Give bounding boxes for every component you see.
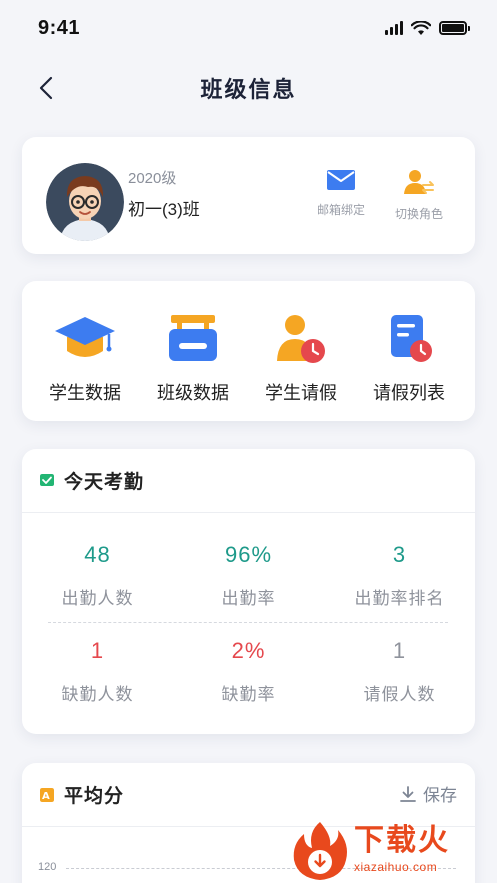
stat-label: 请假人数 — [363, 685, 436, 704]
menu-student-data-label: 学生数据 — [49, 383, 121, 403]
menu-class-data-label: 班级数据 — [157, 383, 229, 403]
leave-list-icon — [391, 315, 432, 362]
stat-value: 1 — [90, 638, 105, 663]
function-menu-card: 学生数据 班级数据 学生请假 请假列表 — [22, 281, 475, 421]
stats-divider — [48, 622, 448, 623]
download-icon — [400, 785, 416, 802]
grade-label: 2020级 — [128, 170, 177, 187]
status-bar: 9:41 — [0, 0, 497, 56]
save-label: 保存 — [423, 786, 457, 805]
average-title: 平均分 — [64, 786, 125, 807]
attendance-title: 今天考勤 — [64, 472, 145, 493]
svg-text:A: A — [42, 791, 50, 802]
stat-label: 出勤率 — [221, 589, 276, 608]
stat-value: 2% — [231, 638, 266, 663]
score-badge-icon: A — [40, 787, 54, 802]
bind-email-label: 邮箱绑定 — [316, 203, 365, 217]
avatar — [46, 163, 124, 241]
menu-student-leave[interactable]: 学生请假 — [251, 311, 351, 405]
cellular-signal-icon — [385, 21, 403, 35]
graduation-cap-icon — [55, 317, 115, 357]
stat-label: 缺勤人数 — [61, 685, 134, 704]
watermark-sub: xiazaihuo.com — [354, 859, 438, 874]
status-time: 9:41 — [38, 16, 81, 39]
bind-email-button[interactable]: 邮箱绑定 — [306, 169, 376, 218]
nav-bar: 班级信息 — [0, 60, 497, 116]
menu-class-data[interactable]: 班级数据 — [143, 311, 243, 405]
status-icons — [385, 20, 470, 36]
menu-leave-list-label: 请假列表 — [373, 383, 445, 403]
stat-attendance-rate: 96% 出勤率 — [173, 542, 324, 609]
stat-absent-count: 1 缺勤人数 — [22, 638, 173, 705]
stat-label: 出勤人数 — [61, 589, 134, 608]
class-board-icon — [169, 315, 217, 361]
stat-present-count: 48 出勤人数 — [22, 542, 173, 609]
wifi-icon — [411, 20, 431, 35]
stat-label: 缺勤率 — [221, 685, 276, 704]
stat-attendance-rank: 3 出勤率排名 — [324, 542, 475, 609]
menu-leave-list[interactable]: 请假列表 — [359, 311, 459, 405]
switch-role-label: 切换角色 — [394, 207, 443, 221]
flame-logo-icon — [293, 821, 347, 880]
stat-value: 1 — [392, 638, 407, 663]
stat-label: 出勤率排名 — [354, 589, 445, 608]
page-title: 班级信息 — [200, 77, 297, 102]
watermark-main: 下载火 — [354, 823, 450, 857]
today-attendance-card: 今天考勤 48 出勤人数 96% 出勤率 3 出勤率排名 1 缺勤人数 2% 缺… — [22, 449, 475, 734]
chevron-left-icon — [39, 76, 53, 100]
menu-student-leave-label: 学生请假 — [265, 383, 337, 403]
save-button[interactable]: 保存 — [399, 781, 457, 806]
menu-student-data[interactable]: 学生数据 — [35, 311, 135, 405]
switch-role-button[interactable]: 切换角色 — [384, 169, 454, 222]
site-watermark: 下载火 xiazaihuo.com — [290, 816, 497, 883]
mail-icon — [327, 170, 355, 190]
student-leave-icon — [277, 315, 325, 363]
stat-value: 48 — [84, 542, 111, 567]
battery-icon — [439, 21, 470, 35]
switch-role-icon — [404, 170, 434, 194]
class-name: 初一(3)班 — [128, 200, 200, 219]
check-badge-icon — [40, 473, 54, 486]
stat-absence-rate: 2% 缺勤率 — [173, 638, 324, 705]
stat-value: 3 — [392, 542, 407, 567]
attendance-header: 今天考勤 — [22, 449, 475, 513]
back-button[interactable] — [28, 70, 64, 106]
class-profile-card: 2020级 初一(3)班 邮箱绑定 切换角色 — [22, 137, 475, 254]
y-axis-tick: 120 — [38, 861, 57, 873]
stat-value: 96% — [224, 542, 273, 567]
stat-leave-count: 1 请假人数 — [324, 638, 475, 705]
